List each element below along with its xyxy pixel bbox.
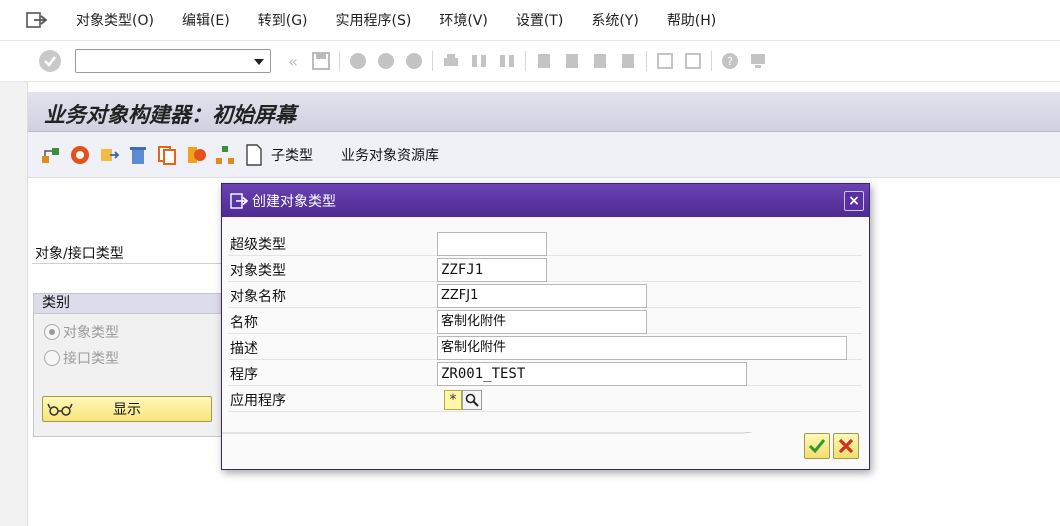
- toolbar-separator: [711, 51, 712, 71]
- supertype-label: 超级类型: [230, 237, 286, 253]
- menu-environment[interactable]: 环境(V): [425, 10, 502, 30]
- menu-utilities[interactable]: 实用程序(S): [322, 10, 426, 30]
- exit-icon[interactable]: [26, 11, 48, 29]
- toolbar-separator: [339, 51, 340, 71]
- object-type-input[interactable]: ZZFJ1: [437, 258, 547, 282]
- radio-interface-type[interactable]: 接口类型: [44, 348, 119, 368]
- name-label: 名称: [230, 315, 258, 331]
- description-label: 描述: [230, 341, 258, 357]
- object-interface-type-label: 对象/接口类型: [35, 246, 124, 262]
- first-page-icon[interactable]: [534, 51, 554, 71]
- program-input[interactable]: ZR001_TEST: [437, 362, 747, 386]
- name-input[interactable]: 客制化附件: [437, 310, 647, 334]
- last-page-icon[interactable]: [618, 51, 638, 71]
- divider: [32, 263, 222, 264]
- check-icon[interactable]: [804, 433, 830, 459]
- close-icon[interactable]: ×: [844, 191, 864, 211]
- field-row-description: 描述 客制化附件: [228, 334, 862, 360]
- find-icon[interactable]: [469, 51, 489, 71]
- cancel-icon[interactable]: [833, 433, 859, 459]
- create-object-type-dialog: 创建对象类型 × 超级类型 对象类型 ZZFJ1 对象名称 ZZFJ1 名称 客…: [221, 183, 870, 470]
- exit-circle-icon[interactable]: [376, 51, 396, 71]
- description-input[interactable]: 客制化附件: [437, 336, 847, 360]
- field-row-object-type: 对象类型 ZZFJ1: [228, 256, 862, 282]
- change-icon[interactable]: [98, 144, 120, 166]
- structure-icon[interactable]: [214, 144, 236, 166]
- back-icon[interactable]: [348, 51, 368, 71]
- title-bar: 业务对象构建器：初始屏幕: [28, 92, 1060, 132]
- dialog-title: 创建对象类型: [252, 193, 336, 210]
- radio-button[interactable]: [44, 324, 60, 340]
- field-row-supertype: 超级类型: [228, 230, 862, 256]
- business-object-repository-button[interactable]: 业务对象资源库: [341, 145, 439, 165]
- dialog-footer-divider: [222, 432, 753, 434]
- command-input[interactable]: [76, 50, 246, 72]
- object-name-input[interactable]: ZZFJ1: [437, 284, 647, 308]
- radio-label: 对象类型: [63, 325, 119, 341]
- generate-icon[interactable]: [185, 144, 207, 166]
- menu-bar: 对象类型(O) 编辑(E) 转到(G) 实用程序(S) 环境(V) 设置(T) …: [0, 0, 1060, 41]
- supertype-input[interactable]: [437, 232, 547, 256]
- display-button[interactable]: 显示: [42, 396, 212, 422]
- toolbar-separator: [525, 51, 526, 71]
- application-label: 应用程序: [230, 393, 286, 409]
- field-row-application: 应用程序 *: [228, 386, 862, 412]
- save-icon[interactable]: [311, 51, 331, 71]
- radio-button[interactable]: [44, 350, 60, 366]
- help-icon[interactable]: ?: [720, 51, 740, 71]
- next-page-icon[interactable]: [590, 51, 610, 71]
- layout-menu-icon[interactable]: [748, 51, 768, 71]
- application-input[interactable]: *: [444, 390, 462, 410]
- cancel-circle-icon[interactable]: [404, 51, 424, 71]
- menu-settings[interactable]: 设置(T): [502, 10, 577, 30]
- menu-help[interactable]: 帮助(H): [653, 10, 730, 30]
- standard-toolbar: « ?: [0, 41, 1060, 82]
- object-name-label: 对象名称: [230, 289, 286, 305]
- radio-label: 接口类型: [63, 351, 119, 367]
- application-toolbar: 子类型 业务对象资源库: [28, 132, 1060, 178]
- exit-icon: [230, 192, 248, 209]
- subtype-button[interactable]: 子类型: [271, 145, 313, 165]
- toolbar-separator: [646, 51, 647, 71]
- field-row-object-name: 对象名称 ZZFJ1: [228, 282, 862, 308]
- program-label: 程序: [230, 367, 258, 383]
- new-session-icon[interactable]: [655, 51, 675, 71]
- dropdown-arrow-icon[interactable]: [254, 59, 264, 65]
- object-type-label: 对象类型: [230, 263, 286, 279]
- copy-icon[interactable]: [156, 144, 178, 166]
- menu-system[interactable]: 系统(Y): [577, 10, 652, 30]
- document-icon[interactable]: [243, 143, 265, 166]
- find-next-icon[interactable]: [497, 51, 517, 71]
- menu-edit[interactable]: 编辑(E): [168, 10, 244, 30]
- check-circle-icon[interactable]: [39, 50, 61, 72]
- category-title: 类别: [34, 294, 222, 314]
- test-icon[interactable]: [69, 144, 91, 166]
- menu-goto[interactable]: 转到(G): [244, 10, 322, 30]
- field-row-program: 程序 ZR001_TEST: [228, 360, 862, 386]
- command-field[interactable]: [75, 49, 271, 73]
- display-button-label: 显示: [113, 402, 141, 418]
- hierarchy-icon[interactable]: [40, 144, 62, 166]
- toolbar-separator: [432, 51, 433, 71]
- menu-object-type[interactable]: 对象类型(O): [62, 10, 168, 30]
- page-title: 业务对象构建器：初始屏幕: [44, 102, 296, 127]
- delete-icon[interactable]: [127, 144, 149, 166]
- field-row-name: 名称 客制化附件: [228, 308, 862, 334]
- svg-text:?: ?: [727, 55, 733, 68]
- category-group: 类别 对象类型 接口类型 显示: [33, 293, 223, 437]
- dialog-title-bar: 创建对象类型 ×: [222, 184, 869, 217]
- radio-object-type[interactable]: 对象类型: [44, 322, 119, 342]
- previous-page-icon[interactable]: [562, 51, 582, 71]
- double-left-arrow-icon[interactable]: «: [283, 51, 303, 71]
- shortcut-icon[interactable]: [683, 51, 703, 71]
- search-icon[interactable]: [462, 390, 482, 410]
- glasses-icon: [47, 403, 73, 416]
- print-icon[interactable]: [441, 51, 461, 71]
- left-strip: [0, 82, 28, 526]
